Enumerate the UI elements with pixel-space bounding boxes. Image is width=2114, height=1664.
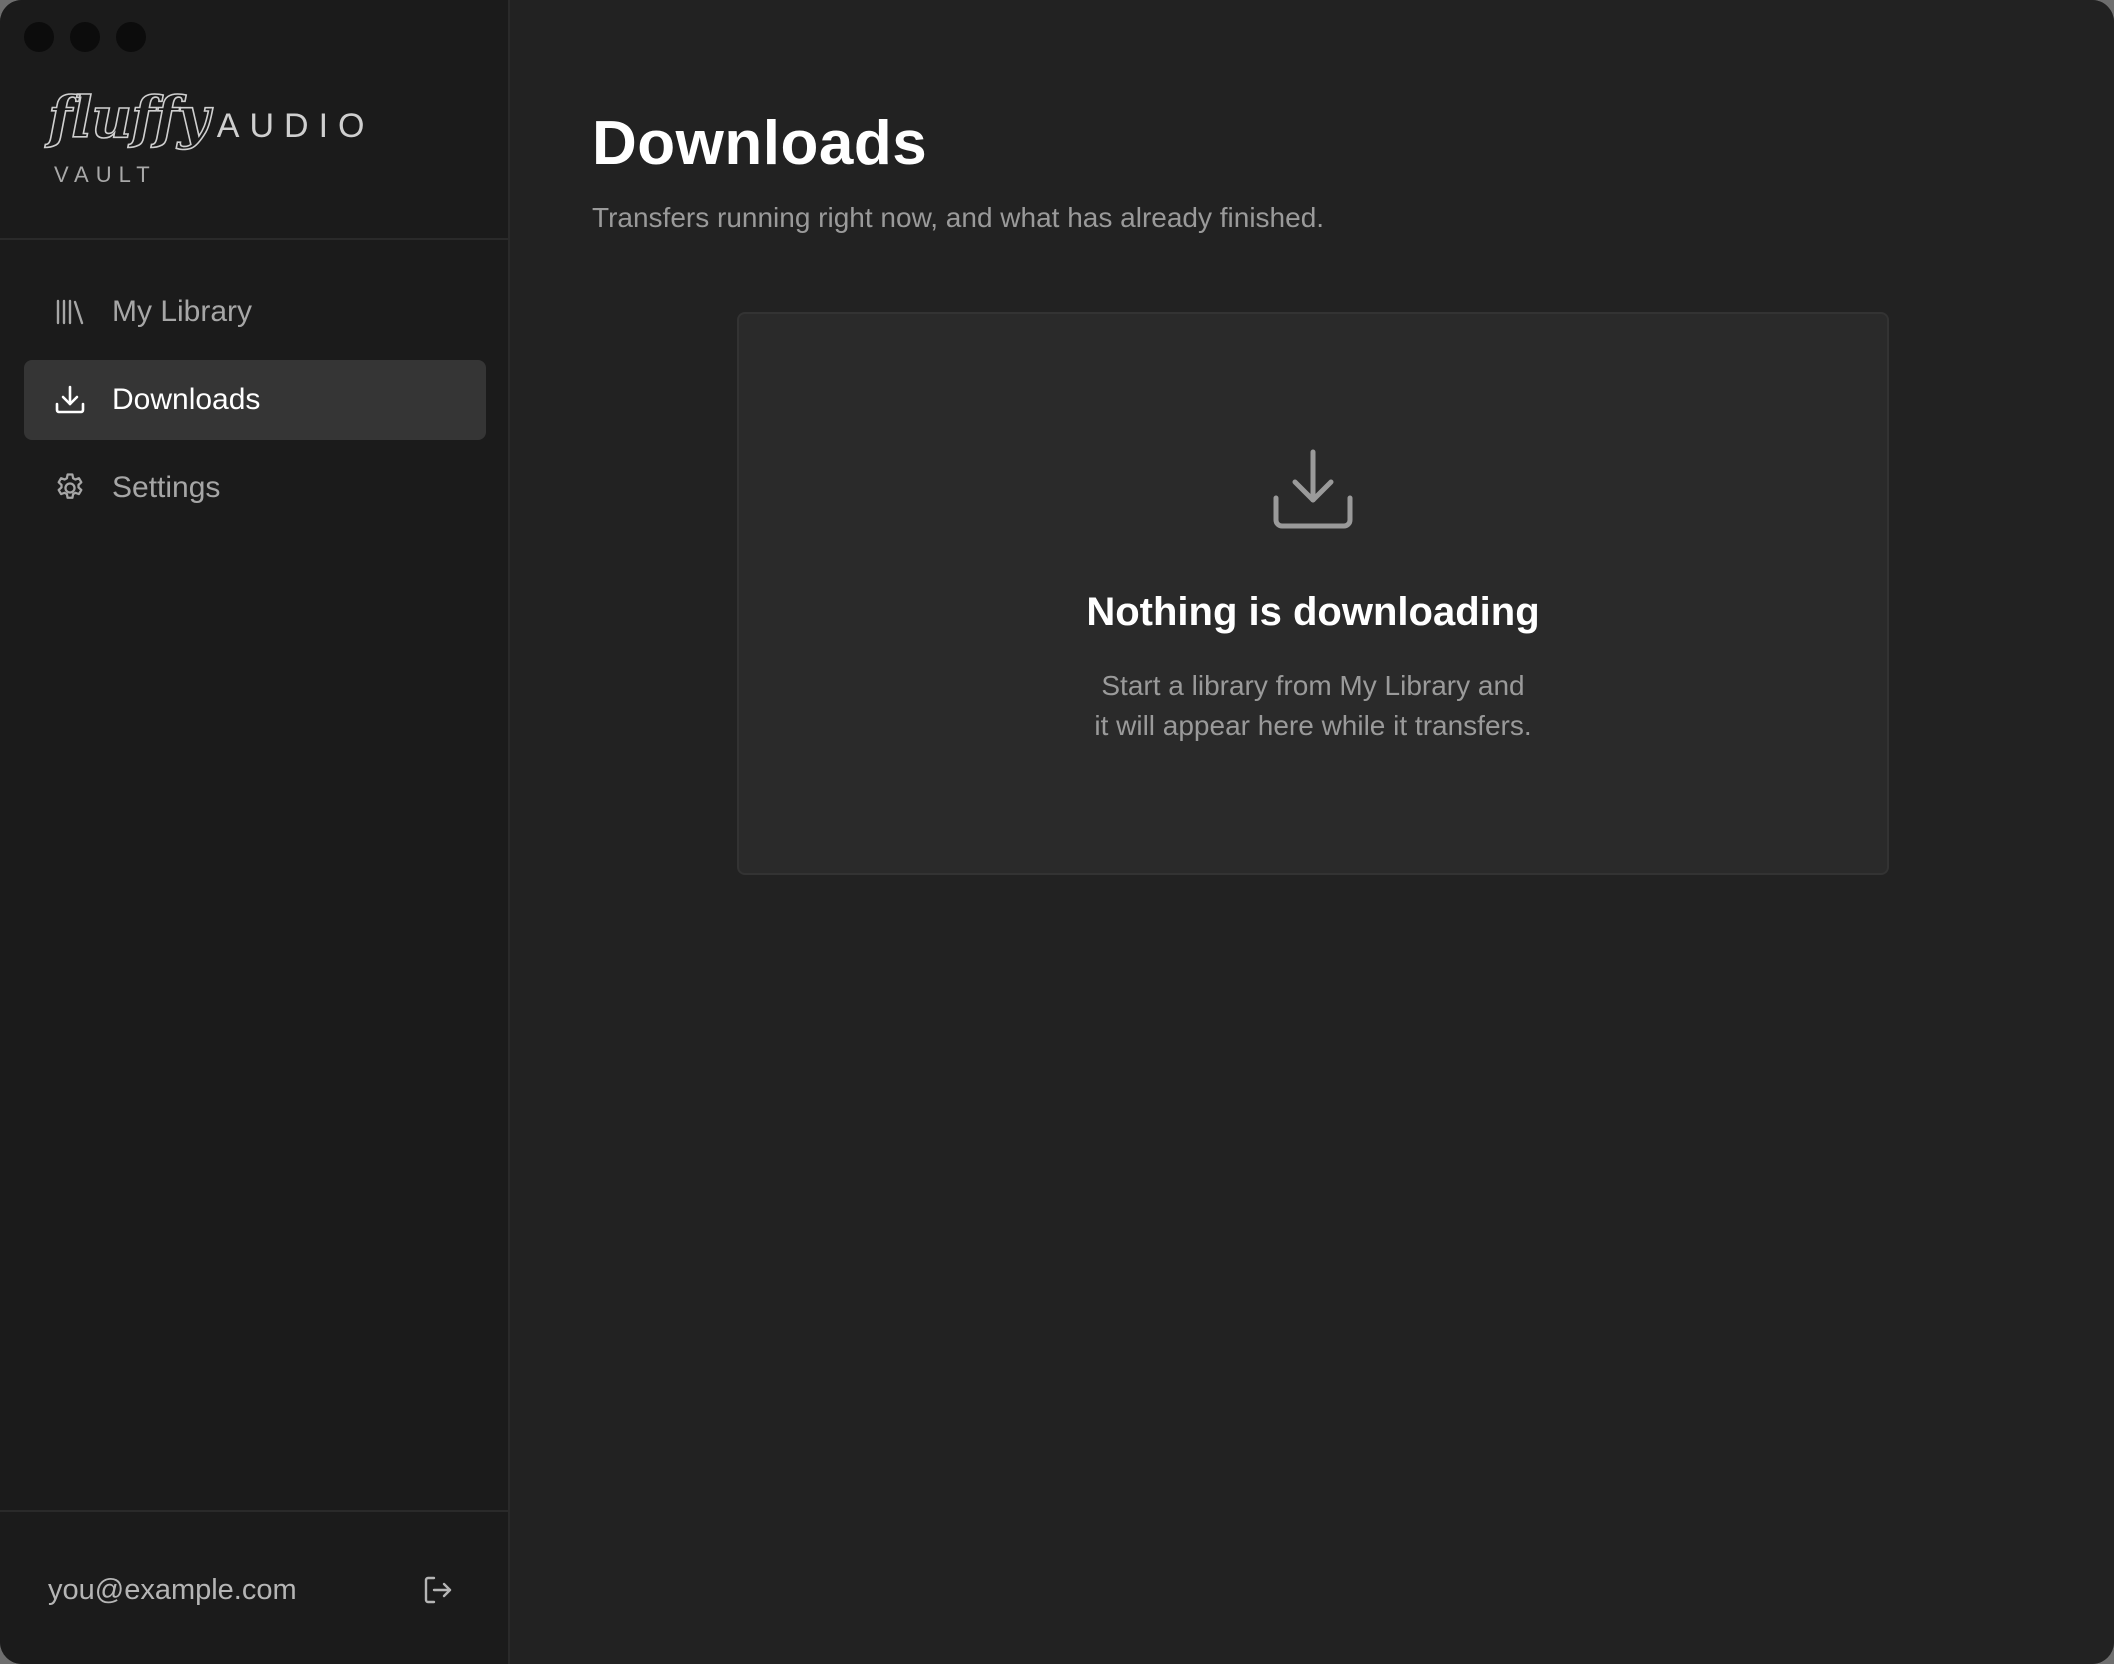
empty-state-title: Nothing is downloading	[1086, 590, 1540, 634]
sidebar-item-downloads[interactable]: Downloads	[24, 360, 486, 440]
page-subtitle: Transfers running right now, and what ha…	[592, 202, 1325, 233]
brand-script: fluffy	[47, 85, 210, 151]
zoom-window-button[interactable]	[116, 22, 146, 52]
sidebar-item-settings[interactable]: Settings	[24, 448, 486, 528]
sidebar-divider	[0, 238, 508, 240]
sidebar-footer-divider	[0, 1510, 508, 1512]
gear-icon	[52, 470, 88, 506]
sidebar-nav: My Library Downloads Settings	[24, 272, 486, 536]
minimize-window-button[interactable]	[70, 22, 100, 52]
close-window-button[interactable]	[24, 22, 54, 52]
sidebar-item-label: Settings	[112, 471, 221, 504]
empty-state-description: Start a library from My Library and it w…	[739, 666, 1887, 746]
library-icon	[52, 294, 88, 330]
sidebar-item-label: Downloads	[112, 383, 261, 416]
logout-button[interactable]	[418, 1570, 458, 1610]
account-footer: you@example.com	[48, 1570, 458, 1610]
brand-logo: fluffy AUDIO VAULT	[47, 85, 375, 188]
brand-subtitle: VAULT	[54, 162, 157, 187]
account-email: you@example.com	[48, 1573, 297, 1606]
sidebar: fluffy AUDIO VAULT My Library Downloads …	[0, 0, 510, 1664]
empty-state-card: Nothing is downloading Start a library f…	[737, 312, 1889, 875]
download-icon	[1273, 449, 1353, 529]
app-window: fluffy AUDIO VAULT My Library Downloads …	[0, 0, 2114, 1664]
empty-state-line-2: it will appear here while it transfers.	[1094, 710, 1532, 741]
main-content: Downloads Transfers running right now, a…	[510, 0, 2114, 1664]
brand-word: AUDIO	[216, 107, 375, 145]
window-controls	[24, 22, 146, 52]
sidebar-item-label: My Library	[112, 295, 253, 328]
download-icon	[52, 382, 88, 418]
sidebar-item-my-library[interactable]: My Library	[24, 272, 486, 352]
empty-state-line-1: Start a library from My Library and	[1101, 670, 1525, 701]
page-title: Downloads	[592, 109, 928, 178]
logout-icon	[424, 1576, 452, 1604]
